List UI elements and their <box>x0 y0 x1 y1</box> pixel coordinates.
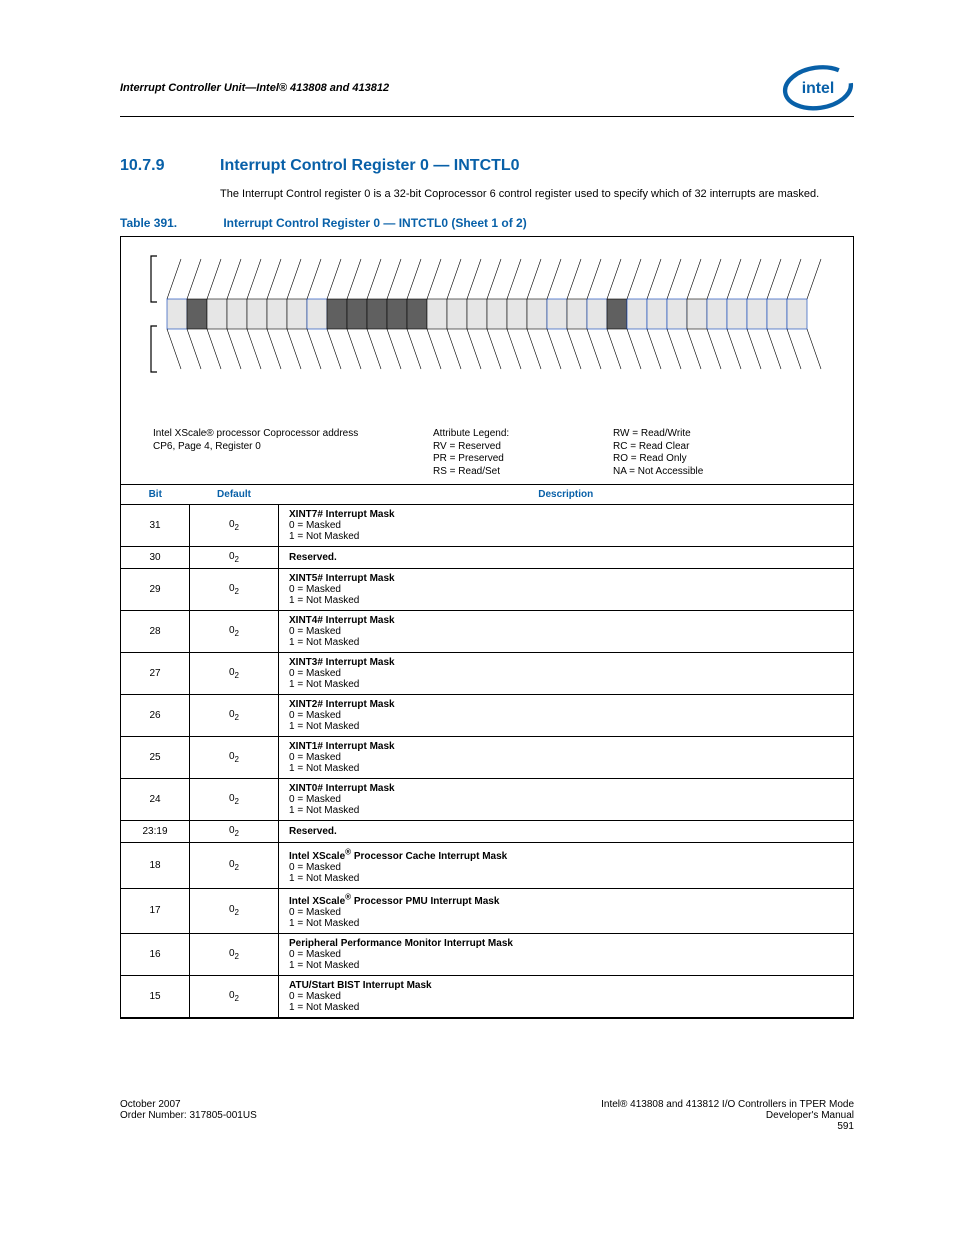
bit-diagram: Intel XScale® processor Coprocessor addr… <box>121 237 853 484</box>
cell-default: 02 <box>190 737 279 779</box>
cell-default: 02 <box>190 843 279 888</box>
table-row: 2602XINT2# Interrupt Mask0 = Masked1 = N… <box>121 695 853 737</box>
cell-bit: 18 <box>121 843 190 888</box>
cell-default: 02 <box>190 695 279 737</box>
col-description: Description <box>279 485 854 505</box>
cell-default: 02 <box>190 779 279 821</box>
attribute-legend-right: RW = Read/Write RC = Read Clear RO = Rea… <box>613 428 841 478</box>
caption-label: Table 391. <box>120 216 220 230</box>
cell-default: 02 <box>190 611 279 653</box>
cell-description: Intel XScale® Processor PMU Interrupt Ma… <box>279 888 854 933</box>
col-bit: Bit <box>121 485 190 505</box>
diagram-captions: Intel XScale® processor Coprocessor addr… <box>133 428 841 478</box>
cell-default: 02 <box>190 821 279 843</box>
section-number: 10.7.9 <box>120 157 220 175</box>
cell-default: 02 <box>190 976 279 1018</box>
cell-bit: 24 <box>121 779 190 821</box>
cell-default: 02 <box>190 934 279 976</box>
page: Interrupt Controller Unit—Intel® 413808 … <box>0 0 954 1172</box>
cell-bit: 23:19 <box>121 821 190 843</box>
table-row: 2502XINT1# Interrupt Mask0 = Masked1 = N… <box>121 737 853 779</box>
cell-bit: 16 <box>121 934 190 976</box>
cell-description: XINT1# Interrupt Mask0 = Masked1 = Not M… <box>279 737 854 779</box>
section-title: Interrupt Control Register 0 — INTCTL0 <box>220 157 520 175</box>
table-header-row: Bit Default Description <box>121 485 853 505</box>
cell-default: 02 <box>190 653 279 695</box>
cell-default: 02 <box>190 547 279 569</box>
cell-description: XINT0# Interrupt Mask0 = Masked1 = Not M… <box>279 779 854 821</box>
cell-description: XINT3# Interrupt Mask0 = Masked1 = Not M… <box>279 653 854 695</box>
page-footer: October 2007 Order Number: 317805-001US … <box>120 1099 854 1132</box>
table-row: 2402XINT0# Interrupt Mask0 = Masked1 = N… <box>121 779 853 821</box>
cell-description: Peripheral Performance Monitor Interrupt… <box>279 934 854 976</box>
section-intro: The Interrupt Control register 0 is a 32… <box>220 187 854 202</box>
table-row: 1802Intel XScale® Processor Cache Interr… <box>121 843 853 888</box>
footer-right: Intel® 413808 and 413812 I/O Controllers… <box>601 1099 854 1132</box>
cell-description: XINT4# Interrupt Mask0 = Masked1 = Not M… <box>279 611 854 653</box>
cell-description: XINT2# Interrupt Mask0 = Masked1 = Not M… <box>279 695 854 737</box>
cell-description: Intel XScale® Processor Cache Interrupt … <box>279 843 854 888</box>
table-row: 1702Intel XScale® Processor PMU Interrup… <box>121 888 853 933</box>
cell-bit: 17 <box>121 888 190 933</box>
cell-description: XINT7# Interrupt Mask0 = Masked1 = Not M… <box>279 505 854 547</box>
cell-bit: 26 <box>121 695 190 737</box>
caption-text: Interrupt Control Register 0 — INTCTL0 (… <box>223 216 526 230</box>
table-row: 1602Peripheral Performance Monitor Inter… <box>121 934 853 976</box>
table-row: 1502ATU/Start BIST Interrupt Mask0 = Mas… <box>121 976 853 1018</box>
cell-description: Reserved. <box>279 821 854 843</box>
coproc-address: Intel XScale® processor Coprocessor addr… <box>153 428 433 478</box>
table-row: 2902XINT5# Interrupt Mask0 = Masked1 = N… <box>121 569 853 611</box>
table-row: 2802XINT4# Interrupt Mask0 = Masked1 = N… <box>121 611 853 653</box>
table-row: 23:1902Reserved. <box>121 821 853 843</box>
table-caption: Table 391. Interrupt Control Register 0 … <box>120 216 854 230</box>
cell-default: 02 <box>190 505 279 547</box>
cell-description: ATU/Start BIST Interrupt Mask0 = Masked1… <box>279 976 854 1018</box>
intel-logo: intel <box>782 64 854 112</box>
cell-bit: 27 <box>121 653 190 695</box>
cell-bit: 15 <box>121 976 190 1018</box>
header-title: Interrupt Controller Unit—Intel® 413808 … <box>120 82 389 94</box>
cell-default: 02 <box>190 569 279 611</box>
register-table: Intel XScale® processor Coprocessor addr… <box>120 236 854 1019</box>
cell-description: XINT5# Interrupt Mask0 = Masked1 = Not M… <box>279 569 854 611</box>
attribute-legend-left: Attribute Legend: RV = Reserved PR = Pre… <box>433 428 613 478</box>
page-header: Interrupt Controller Unit—Intel® 413808 … <box>120 64 854 117</box>
col-default: Default <box>190 485 279 505</box>
cell-bit: 28 <box>121 611 190 653</box>
table-row: 3002Reserved. <box>121 547 853 569</box>
cell-bit: 30 <box>121 547 190 569</box>
table-row: 3102XINT7# Interrupt Mask0 = Masked1 = N… <box>121 505 853 547</box>
cell-bit: 29 <box>121 569 190 611</box>
cell-bit: 31 <box>121 505 190 547</box>
bitfield-diagram <box>133 249 841 419</box>
svg-text:intel: intel <box>802 80 835 97</box>
cell-default: 02 <box>190 888 279 933</box>
bit-description-table: Bit Default Description 3102XINT7# Inter… <box>121 484 853 1018</box>
footer-left: October 2007 Order Number: 317805-001US <box>120 1099 257 1132</box>
table-row: 2702XINT3# Interrupt Mask0 = Masked1 = N… <box>121 653 853 695</box>
section-heading: 10.7.9 Interrupt Control Register 0 — IN… <box>120 157 854 175</box>
cell-bit: 25 <box>121 737 190 779</box>
cell-description: Reserved. <box>279 547 854 569</box>
